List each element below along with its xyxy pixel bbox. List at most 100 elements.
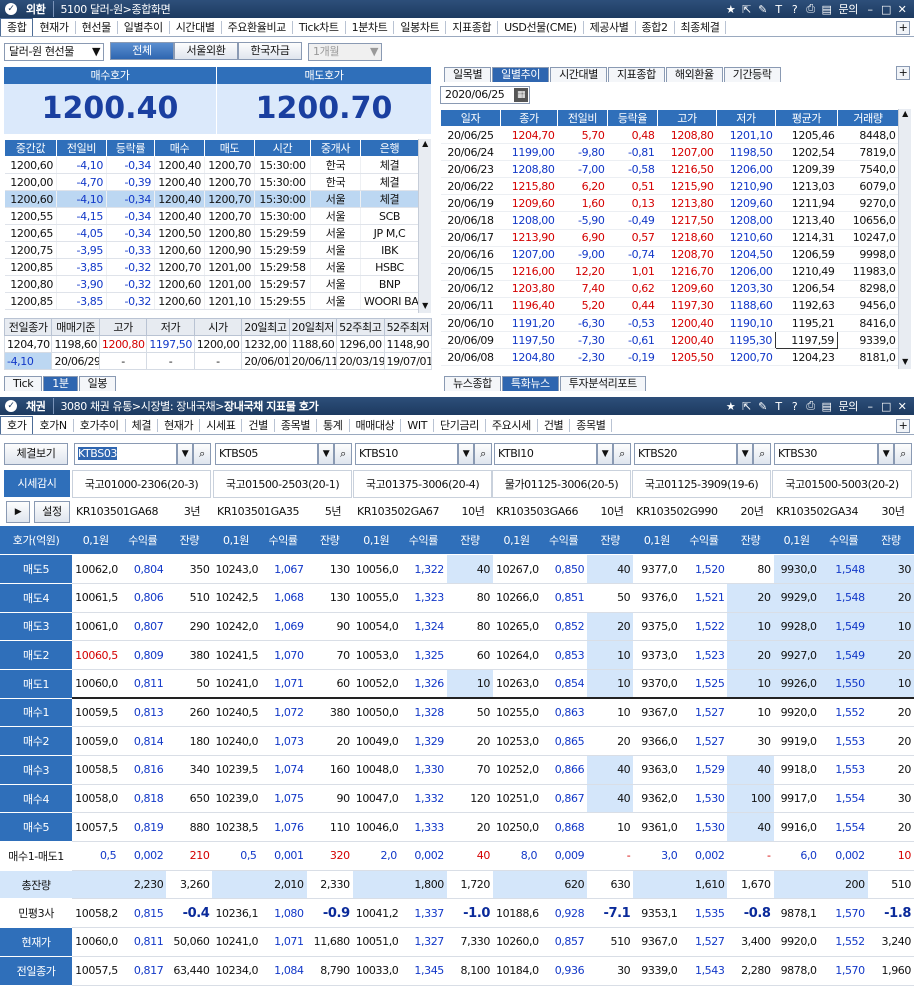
play-icon[interactable]: ▶	[6, 501, 30, 523]
bond-search-icon[interactable]: ⌕	[894, 443, 912, 465]
tick-tab[interactable]: 일봉	[78, 376, 117, 391]
daily-row[interactable]: 20/06/10 1191,20 -6,30 -0,53 1200,40 1190,10 1…	[440, 314, 899, 333]
daily-header[interactable]: 저가	[716, 109, 776, 127]
news-tab[interactable]: 뉴스종합	[444, 376, 501, 391]
bond-dropdown-icon[interactable]: ▼	[597, 443, 613, 465]
menu-item[interactable]: 현선물	[76, 20, 118, 34]
menu-item[interactable]: 종합	[0, 18, 34, 36]
bond-menu-item[interactable]: 종목별	[275, 418, 318, 432]
seoul-fx-button[interactable]: 서울외환	[174, 42, 238, 60]
bond-col-header[interactable]: 0,1원	[72, 526, 120, 556]
daily-row[interactable]: 20/06/09 1197,50 -7,30 -0,61 1200,40 1195,30 1…	[440, 331, 899, 350]
bond-menu-item[interactable]: 건별	[538, 418, 571, 432]
calendar-icon[interactable]: ▦	[514, 88, 528, 102]
bond-menu-item[interactable]: 단기금리	[434, 418, 486, 432]
menu-item[interactable]: 일별추이	[118, 20, 170, 34]
bond-menu-item[interactable]: 호가	[0, 416, 34, 434]
menu-item[interactable]: 일봉차트	[394, 20, 447, 34]
bond-menu-item[interactable]: 시세표	[200, 418, 243, 432]
tick-header[interactable]: 전일비	[56, 139, 107, 157]
bond-col-header[interactable]: 0,1원	[352, 526, 400, 556]
menu-item[interactable]: 제공사별	[584, 20, 636, 34]
bond-search-icon[interactable]: ⌕	[193, 443, 211, 465]
tick-row[interactable]: 1200,00 -4,70 -0,39 1200,40 1200,70 15:30:00 한…	[4, 173, 419, 191]
print-icon[interactable]: ⎙	[803, 2, 819, 16]
add-tab-icon[interactable]: +	[896, 21, 910, 35]
bond-menu-item[interactable]: 종목별	[570, 418, 613, 432]
bond-col-header[interactable]: 잔량	[166, 526, 213, 556]
bond-print-icon[interactable]: ⎙	[803, 399, 819, 413]
daily-header[interactable]: 거래량	[837, 109, 899, 127]
bond-search-icon[interactable]: ⌕	[334, 443, 352, 465]
daily-tab[interactable]: 일목별	[444, 67, 492, 82]
bond-menu-item[interactable]: 현재가	[158, 418, 201, 432]
menu-item[interactable]: 시간대별	[170, 20, 222, 34]
bond-code-input[interactable]: KTBS20	[634, 443, 737, 465]
bond-code-input[interactable]: KTBS30	[774, 443, 878, 465]
bond-help-icon[interactable]: ?	[787, 400, 803, 413]
bond-tool-icon[interactable]: ✎	[755, 400, 771, 413]
minimize-icon[interactable]: –	[862, 3, 878, 16]
news-tab[interactable]: 특화뉴스	[501, 376, 559, 391]
tick-tab[interactable]: 1분	[43, 376, 78, 391]
bond-row[interactable]: 매도1 10060,0 0,811 50 10241,0 1,071 60 10052,0 1,…	[0, 669, 914, 700]
korea-money-button[interactable]: 한국자금	[238, 42, 302, 60]
bond-code-input[interactable]: KTBI10	[494, 443, 597, 465]
tool-icon[interactable]: ✎	[755, 3, 771, 16]
daily-header[interactable]: 등락율	[607, 109, 658, 127]
daily-add-icon[interactable]: +	[896, 66, 910, 80]
bond-search-icon[interactable]: ⌕	[474, 443, 492, 465]
bond-dropdown-icon[interactable]: ▼	[318, 443, 334, 465]
bond-save-icon[interactable]: ▤	[819, 400, 835, 413]
tick-row[interactable]: 1200,60 -4,10 -0,34 1200,40 1200,70 15:30:00 서…	[4, 190, 419, 208]
all-button[interactable]: 전체	[110, 42, 174, 60]
daily-row[interactable]: 20/06/15 1216,00 12,20 1,01 1216,70 1206,00 12…	[440, 263, 899, 281]
tick-header[interactable]: 시간	[254, 139, 311, 157]
menu-item[interactable]: 1분차트	[346, 20, 395, 34]
menu-item[interactable]: 현재가	[33, 20, 76, 34]
bond-row[interactable]: 매도2 10060,5 0,809 380 10241,5 1,070 70 10053,0 1…	[0, 640, 914, 670]
settings-button[interactable]: 설정	[34, 501, 70, 523]
bond-row[interactable]: 총잔량 2,230 3,260 2,010 2,330 1,800 1,720 620 630 1…	[0, 870, 914, 900]
bond-menu-item[interactable]: WIT	[401, 418, 435, 432]
bond-col-header[interactable]: 잔량	[867, 526, 914, 556]
bond-row[interactable]: 매도4 10061,5 0,806 510 10242,5 1,068 130 10055,0…	[0, 583, 914, 613]
tick-row[interactable]: 1200,60 -4,10 -0,34 1200,40 1200,70 15:30:00 한…	[4, 156, 419, 174]
bond-menu-item[interactable]: 호가N	[33, 418, 74, 432]
daily-tab[interactable]: 기간등락	[723, 67, 781, 82]
star-icon[interactable]: ★	[723, 3, 739, 16]
bond-menu-item[interactable]: 건별	[242, 418, 275, 432]
bond-col-header[interactable]: 0,1원	[493, 526, 541, 556]
menu-item[interactable]: 최종체결	[675, 20, 727, 34]
currency-select[interactable]: 달러-원 현선물 ▼	[4, 43, 104, 61]
bond-row[interactable]: 매수5 10057,5 0,819 880 10238,5 1,076 110 10046,0…	[0, 812, 914, 843]
inquiry-link[interactable]: 문의	[835, 1, 862, 17]
tick-header[interactable]: 등락률	[106, 139, 155, 157]
bond-col-header[interactable]: 0,1원	[633, 526, 681, 556]
news-tab[interactable]: 투자분석리포트	[559, 376, 646, 391]
daily-row[interactable]: 20/06/12 1203,80 7,40 0,62 1209,60 1203,30 120…	[440, 280, 899, 298]
bond-window-titlebar[interactable]: ✓ 채권 3080 채권 유통>시장별: 장내국채> 장내국채 지표물 호가 ★ …	[0, 397, 914, 415]
bond-row[interactable]: 전일종가 10057,5 0,817 63,440 10234,0 1,084 8,790 1…	[0, 956, 914, 986]
bond-dropdown-icon[interactable]: ▼	[878, 443, 894, 465]
close-icon[interactable]: ✕	[894, 3, 910, 16]
daily-tab[interactable]: 해외환율	[665, 67, 723, 82]
period-select[interactable]: 1개월 ▼	[308, 43, 382, 61]
bond-col-header[interactable]: 0,1원	[212, 526, 260, 556]
daily-row[interactable]: 20/06/24 1199,00 -9,80 -0,81 1207,00 1198,50 1…	[440, 143, 899, 162]
bond-col-header[interactable]: 잔량	[727, 526, 774, 556]
bond-close-icon[interactable]: ✕	[894, 400, 910, 413]
view-trades-button[interactable]: 체결보기	[4, 443, 68, 465]
bond-col-header[interactable]: 수익률	[680, 526, 728, 556]
bond-search-icon[interactable]: ⌕	[613, 443, 631, 465]
bond-search-icon[interactable]: ⌕	[753, 443, 771, 465]
daily-row[interactable]: 20/06/25 1204,70 5,70 0,48 1208,80 1201,10 120…	[440, 126, 899, 145]
menu-item[interactable]: 종합2	[636, 20, 675, 34]
bond-col-header[interactable]: 잔량	[306, 526, 353, 556]
bond-col-header[interactable]: 수익률	[819, 526, 868, 556]
tick-row[interactable]: 1200,85 -3,85 -0,32 1200,60 1201,10 15:29:55 서…	[4, 292, 419, 310]
bond-code-input[interactable]: KTBS03	[74, 443, 177, 465]
tick-row[interactable]: 1200,65 -4,05 -0,34 1200,50 1200,80 15:29:59 서…	[4, 224, 419, 242]
daily-row[interactable]: 20/06/22 1215,80 6,20 0,51 1215,90 1210,90 121…	[440, 177, 899, 196]
bond-menu-item[interactable]: 체결	[126, 418, 159, 432]
